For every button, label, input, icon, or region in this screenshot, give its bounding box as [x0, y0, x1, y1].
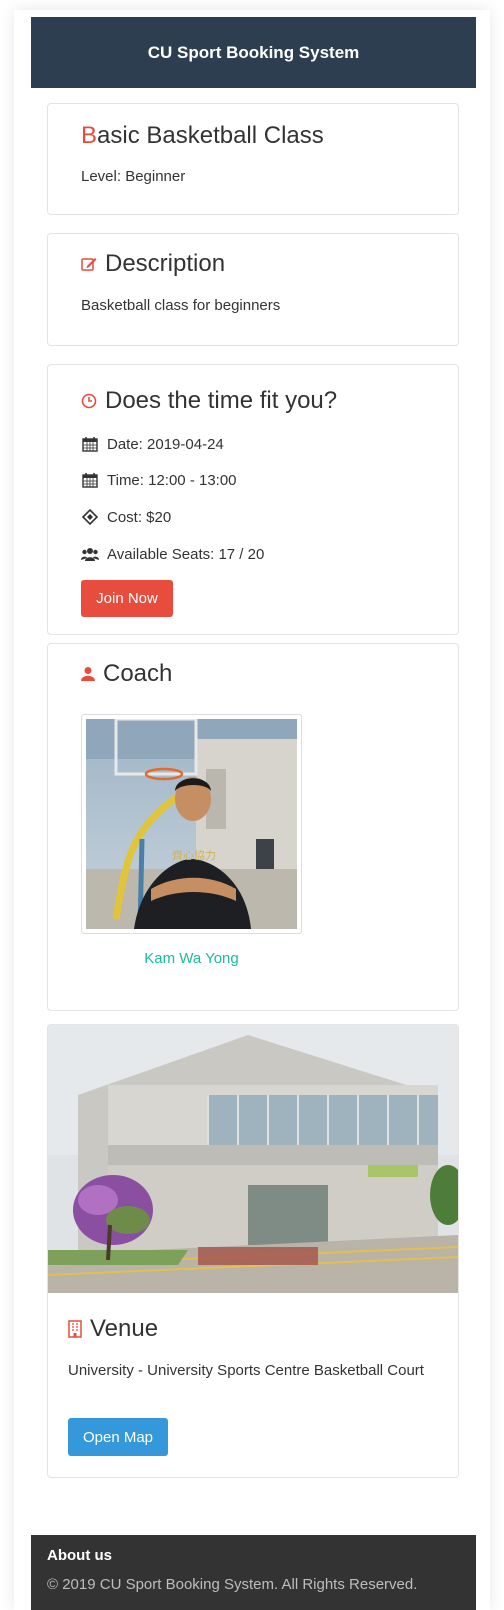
copyright-text: © 2019 CU Sport Booking System. All Righ…: [47, 1576, 418, 1593]
schedule-card: Does the time fit you? Date: 2019-04-24 …: [47, 364, 459, 635]
date-text: Date: 2019-04-24: [107, 435, 224, 453]
svg-text:齊心協力: 齊心協力: [172, 848, 216, 862]
class-card: Basic Basketball Class Level: Beginner: [47, 103, 459, 215]
coach-heading: Coach: [81, 660, 172, 688]
description-heading: Description: [81, 250, 225, 278]
app-title[interactable]: CU Sport Booking System: [148, 43, 360, 63]
coach-photo-frame[interactable]: 齊心協力: [81, 714, 302, 934]
app-container: CU Sport Booking System Basic Basketball…: [31, 17, 476, 1610]
class-level: Level: Beginner: [81, 168, 186, 185]
schedule-heading-text: Does the time fit you?: [105, 387, 338, 414]
coach-name-link[interactable]: Kam Wa Yong: [81, 950, 302, 967]
cost-text: Cost: $20: [107, 508, 172, 526]
seats-text: Available Seats: 17 / 20: [107, 545, 265, 563]
cost-row: Cost: $20: [81, 505, 171, 529]
open-map-button[interactable]: Open Map: [68, 1418, 168, 1456]
coach-photo: 齊心協力: [86, 717, 297, 930]
description-card: Description Basketball class for beginne…: [47, 233, 459, 346]
calendar-icon: [81, 471, 99, 489]
coach-heading-text: Coach: [103, 660, 173, 687]
venue-text: University - University Sports Centre Ba…: [68, 1362, 424, 1379]
description-heading-text: Description: [105, 250, 226, 277]
footer: About us © 2019 CU Sport Booking System.…: [31, 1535, 476, 1610]
time-text: Time: 12:00 - 13:00: [107, 471, 237, 489]
building-icon: [68, 1320, 82, 1338]
venue-heading: Venue: [68, 1315, 158, 1343]
join-now-button[interactable]: Join Now: [81, 580, 173, 617]
schedule-heading: Does the time fit you?: [81, 387, 337, 415]
class-title-first-letter: B: [81, 122, 98, 149]
date-row: Date: 2019-04-24: [81, 432, 224, 456]
venue-heading-text: Venue: [90, 1315, 159, 1342]
edit-icon: [81, 256, 97, 272]
about-us-link[interactable]: About us: [47, 1547, 460, 1564]
seats-row: Available Seats: 17 / 20: [81, 542, 264, 566]
venue-photo: [48, 1025, 458, 1293]
clock-icon: [81, 393, 97, 409]
user-icon: [81, 666, 95, 682]
ticket-icon: [81, 508, 99, 526]
users-icon: [81, 545, 99, 563]
navbar: CU Sport Booking System: [31, 17, 476, 88]
class-title: Basic Basketball Class: [81, 122, 324, 150]
class-title-rest: asic Basketball Class: [97, 122, 324, 149]
description-text: Basketball class for beginners: [81, 297, 281, 314]
venue-card: Venue University - University Sports Cen…: [47, 1024, 459, 1478]
calendar-icon: [81, 435, 99, 453]
coach-card: Coach 齊心協力 Kam Wa Yong: [47, 643, 459, 1011]
time-row: Time: 12:00 - 13:00: [81, 468, 237, 492]
